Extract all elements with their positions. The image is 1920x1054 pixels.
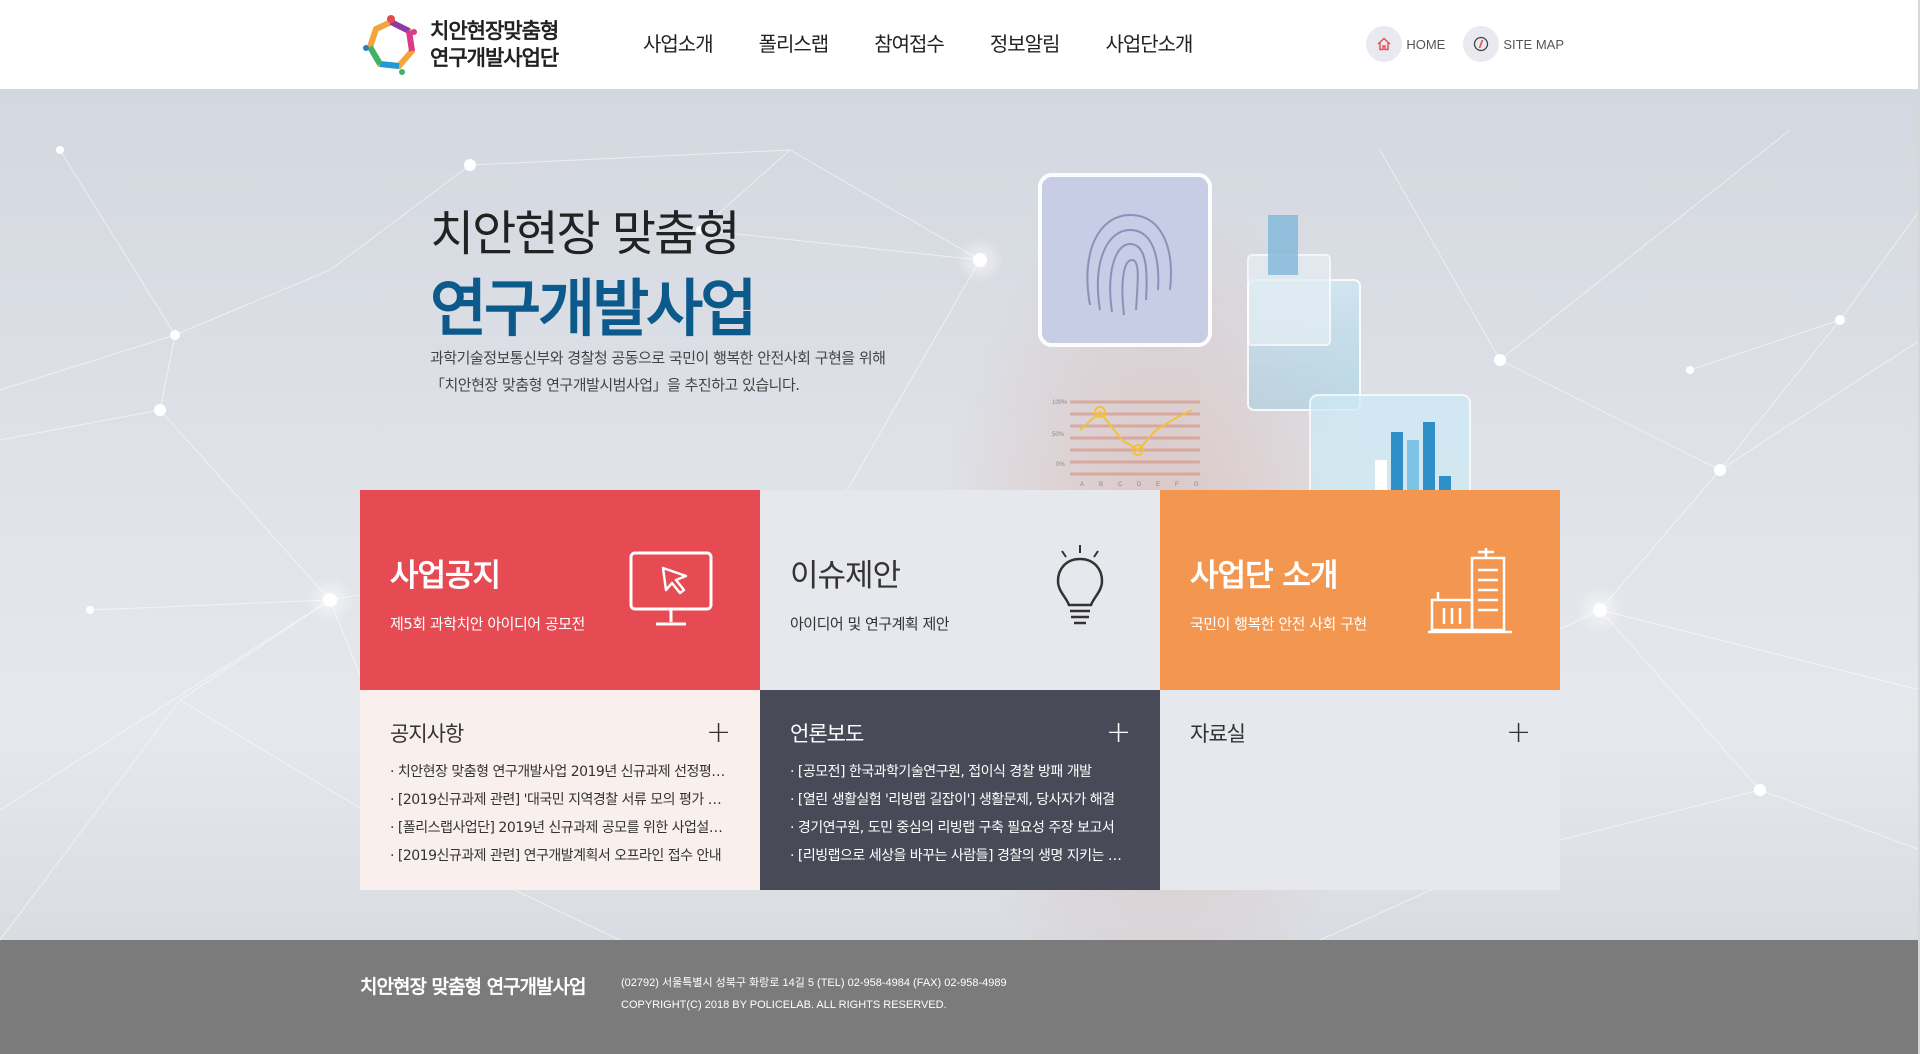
svg-text:D: D bbox=[1137, 482, 1142, 488]
board-press: 언론보도 + · [공모전] 한국과학기술연구원, 접이식 경찰 방패 개발 ·… bbox=[760, 690, 1160, 890]
hero-section: 치안현장 맞춤형 연구개발사업 과학기술정보통신부와 경찰청 공동으로 국민이 … bbox=[0, 90, 1920, 940]
home-link[interactable]: HOME bbox=[1366, 26, 1445, 62]
list-item[interactable]: · 경기연구원, 도민 중심의 리빙랩 구축 필요성 주장 보고서 bbox=[790, 814, 1128, 842]
press-list: · [공모전] 한국과학기술연구원, 접이식 경찰 방패 개발 · [열린 생활… bbox=[790, 758, 1130, 870]
site-footer: 치안현장 맞춤형 연구개발사업 (02792) 서울특별시 성북구 화랑로 14… bbox=[0, 940, 1920, 1054]
notice-list: · 치안현장 맞춤형 연구개발사업 2019년 신규과제 선정평가 결과 안내 … bbox=[390, 758, 730, 870]
more-plus-icon[interactable]: + bbox=[1506, 718, 1531, 748]
main-nav: 사업소개 폴리스랩 참여접수 정보알림 사업단소개 bbox=[620, 0, 1215, 90]
footer-copyright: COPYRIGHT(C) 2018 BY POLICELAB. ALL RIGH… bbox=[621, 999, 947, 1011]
list-item[interactable]: · 치안현장 맞춤형 연구개발사업 2019년 신규과제 선정평가 결과 안내 bbox=[390, 758, 728, 786]
hero-desc-line2: 「치안현장 맞춤형 연구개발시범사업」을 추진하고 있습니다. bbox=[430, 376, 800, 394]
lightbulb-icon bbox=[1056, 545, 1104, 625]
compass-icon bbox=[1463, 26, 1500, 62]
board-archive: 자료실 + bbox=[1160, 690, 1560, 890]
board-title: 공지사항 bbox=[390, 722, 464, 746]
sitemap-label: SITE MAP bbox=[1503, 36, 1564, 52]
sitemap-link[interactable]: SITE MAP bbox=[1463, 26, 1564, 62]
fingerprint-frame bbox=[1038, 173, 1212, 347]
more-plus-icon[interactable]: + bbox=[706, 718, 731, 748]
site-header: 치안현장맞춤형 연구개발사업단 사업소개 폴리스랩 참여접수 정보알림 사업단소… bbox=[0, 0, 1920, 90]
svg-text:C: C bbox=[1118, 482, 1123, 488]
monitor-cursor-icon bbox=[629, 551, 713, 626]
svg-text:A: A bbox=[1080, 482, 1084, 488]
logo[interactable]: 치안현장맞춤형 연구개발사업단 bbox=[358, 10, 559, 80]
nav-item-info[interactable]: 정보알림 bbox=[967, 0, 1083, 90]
logo-text: 치안현장맞춤형 연구개발사업단 bbox=[430, 18, 559, 72]
list-item[interactable]: · [2019신규과제 관련] '대국민 지역경찰 서류 모의 평가 결과 안내 bbox=[390, 786, 728, 814]
tile-about[interactable]: 사업단 소개 국민이 행복한 안전 사회 구현 bbox=[1160, 490, 1560, 690]
logo-icon bbox=[363, 15, 417, 75]
buildings-icon bbox=[1428, 548, 1512, 634]
footer-address: (02792) 서울특별시 성북구 화랑로 14길 5 (TEL) 02-958… bbox=[621, 977, 1007, 989]
svg-text:B: B bbox=[1099, 482, 1103, 488]
board-title: 언론보도 bbox=[790, 722, 864, 746]
board-notice: 공지사항 + · 치안현장 맞춤형 연구개발사업 2019년 신규과제 선정평가… bbox=[360, 690, 760, 890]
nav-item-business[interactable]: 사업소개 bbox=[620, 0, 736, 90]
nav-item-policelab[interactable]: 폴리스랩 bbox=[736, 0, 852, 90]
utility-links: HOME SITE MAP bbox=[1348, 26, 1564, 62]
nav-item-apply[interactable]: 참여접수 bbox=[851, 0, 967, 90]
logo-line2: 연구개발사업단 bbox=[430, 46, 559, 70]
board-header: 언론보도 + bbox=[790, 718, 1131, 748]
footer-info: (02792) 서울특별시 성북구 화랑로 14길 5 (TEL) 02-958… bbox=[621, 972, 1007, 1016]
footer-org-name: 치안현장 맞춤형 연구개발사업 bbox=[360, 976, 586, 998]
home-label: HOME bbox=[1406, 36, 1446, 52]
hero-title-line1: 치안현장 맞춤형 bbox=[430, 206, 740, 262]
svg-text:0%: 0% bbox=[1056, 462, 1065, 468]
tile-issue-proposal[interactable]: 이슈제안 아이디어 및 연구계획 제안 bbox=[760, 490, 1160, 690]
nav-item-about[interactable]: 사업단소개 bbox=[1082, 0, 1215, 90]
line-chart-graphic: 100% 50% 0% A B C D E F G bbox=[1052, 400, 1200, 488]
board-header: 자료실 + bbox=[1190, 718, 1531, 748]
more-plus-icon[interactable]: + bbox=[1106, 718, 1131, 748]
list-item[interactable]: · [열린 생활실험 '리빙랩 길잡이'] 생활문제, 당사자가 해결 bbox=[790, 786, 1128, 814]
board-title: 자료실 bbox=[1190, 722, 1246, 746]
hero-description: 과학기술정보통신부와 경찰청 공동으로 국민이 행복한 안전사회 구현을 위해 … bbox=[430, 345, 886, 399]
list-item[interactable]: · [공모전] 한국과학기술연구원, 접이식 경찰 방패 개발 bbox=[790, 758, 1128, 786]
logo-line1: 치안현장맞춤형 bbox=[430, 19, 559, 43]
board-header: 공지사항 + bbox=[390, 718, 731, 748]
svg-text:G: G bbox=[1194, 482, 1199, 488]
svg-text:100%: 100% bbox=[1052, 400, 1068, 406]
svg-text:F: F bbox=[1175, 482, 1179, 488]
list-item[interactable]: · [폴리스랩사업단] 2019년 신규과제 공모를 위한 사업설명회 개최 bbox=[390, 814, 728, 842]
list-item[interactable]: · [2019신규과제 관련] 연구개발계획서 오프라인 접수 안내 bbox=[390, 842, 728, 870]
home-icon bbox=[1366, 26, 1403, 62]
svg-text:50%: 50% bbox=[1052, 432, 1065, 438]
tile-business-notice[interactable]: 사업공지 제5회 과학치안 아이디어 공모전 bbox=[360, 490, 760, 690]
hero-desc-line1: 과학기술정보통신부와 경찰청 공동으로 국민이 행복한 안전사회 구현을 위해 bbox=[430, 349, 886, 367]
list-item[interactable]: · [리빙랩으로 세상을 바꾸는 사람들] 경찰의 생명 지키는 방패 bbox=[790, 842, 1128, 870]
svg-text:E: E bbox=[1156, 482, 1160, 488]
hero-title-line2: 연구개발사업 bbox=[430, 272, 757, 345]
